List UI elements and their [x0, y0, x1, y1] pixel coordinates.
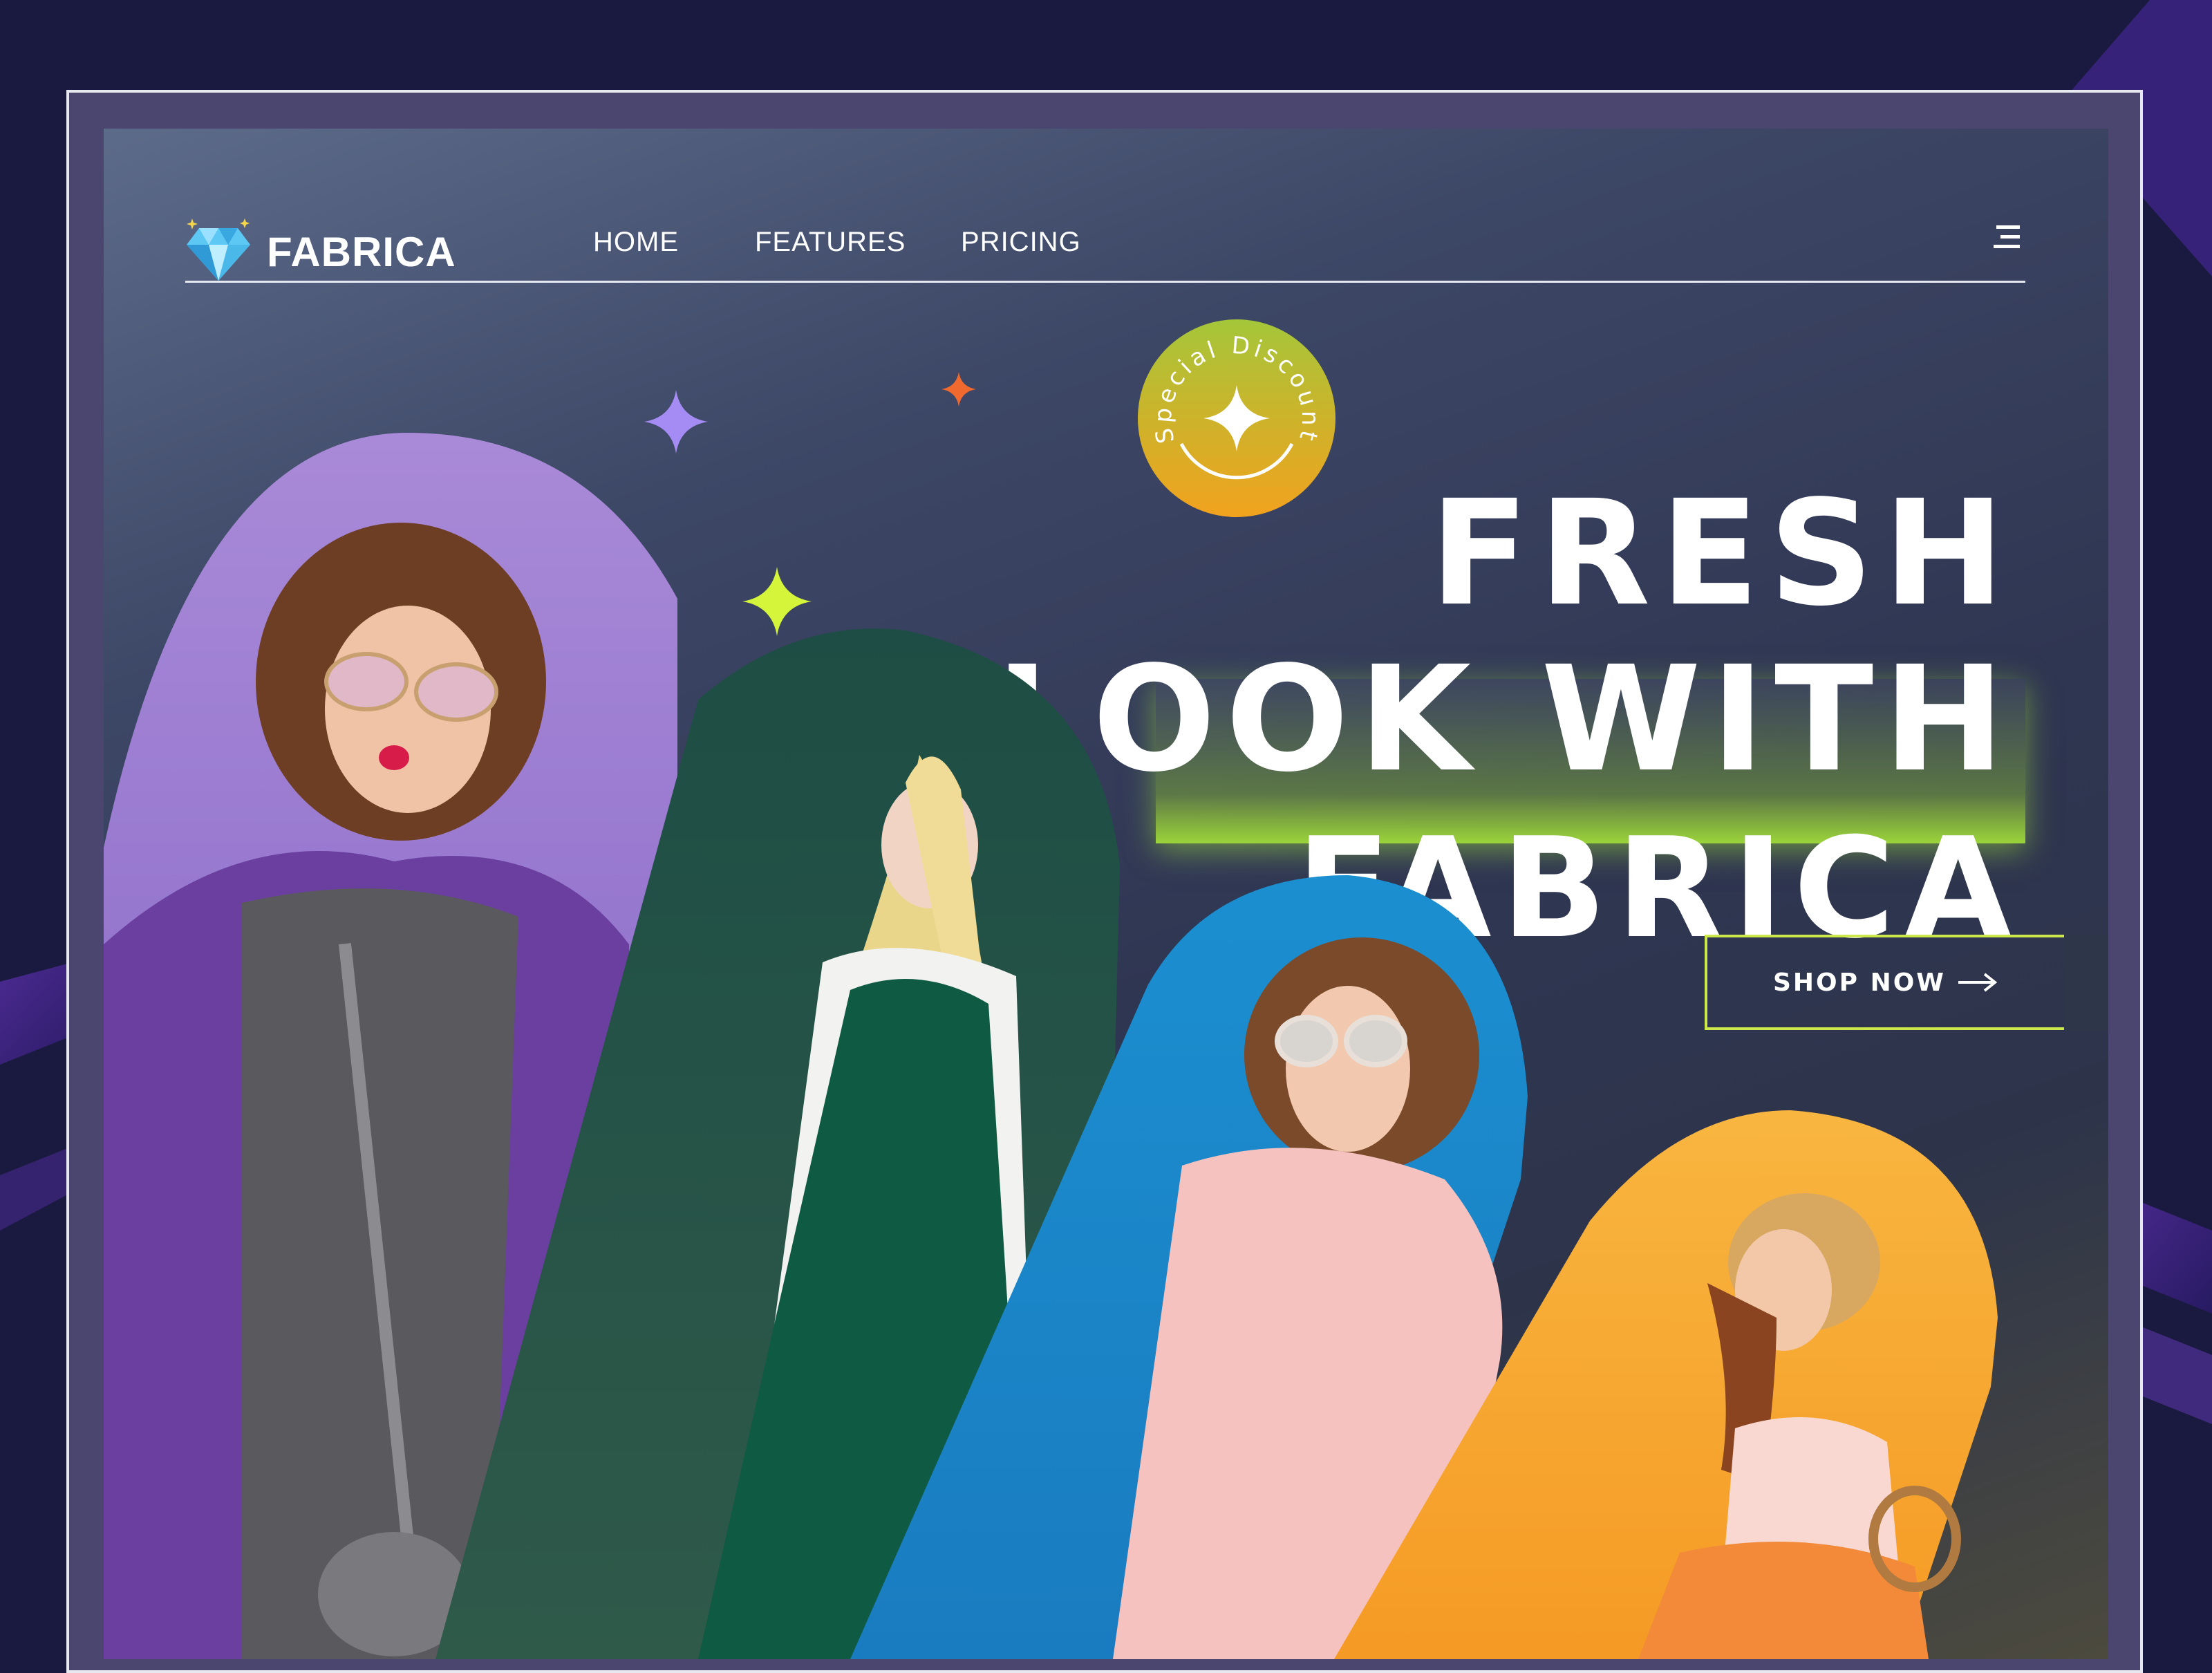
diamond-icon	[185, 218, 252, 286]
nav-features[interactable]: FEATURES	[755, 227, 906, 258]
navbar: FABRICA HOME FEATURES PRICING	[185, 191, 2025, 283]
shop-now-shadow	[2064, 935, 2108, 1030]
four-point-star-icon	[1203, 385, 1270, 451]
landing-page: FABRICA HOME FEATURES PRICING FRESH LOOK…	[104, 129, 2108, 1659]
model-straw-hat	[1334, 1110, 1998, 1659]
arrow-right-icon	[1958, 973, 1998, 992]
brand-name: FABRICA	[267, 229, 456, 275]
shop-now-label: SHOP NOW	[1772, 968, 1947, 997]
headline-line-2: LOOK WITH	[995, 635, 2014, 804]
sparkle-orange-icon	[941, 372, 976, 406]
shop-now-button[interactable]: SHOP NOW	[1705, 935, 2064, 1030]
hamburger-menu-icon[interactable]	[1991, 220, 2025, 254]
special-discount-badge: Special Discount	[1138, 319, 1335, 517]
nav-pricing[interactable]: PRICING	[961, 227, 1081, 258]
nav-home[interactable]: HOME	[593, 227, 679, 258]
headline-line-1: FRESH	[1430, 469, 2014, 638]
logo[interactable]: FABRICA	[185, 218, 456, 286]
